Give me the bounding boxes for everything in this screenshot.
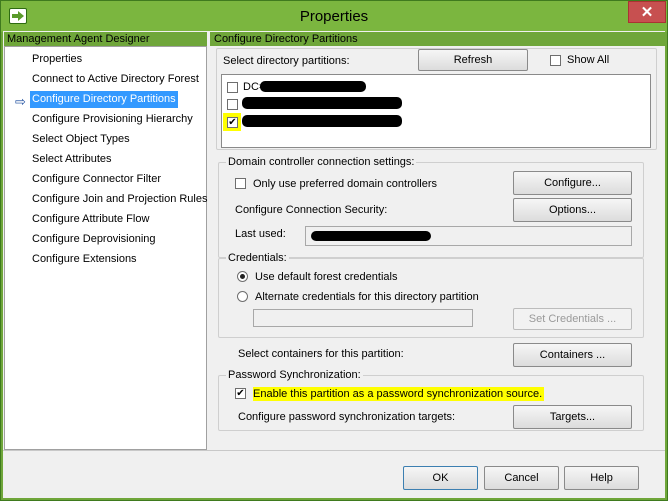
- partition-checkbox-3[interactable]: ✔: [227, 117, 238, 128]
- enable-password-sync-checkbox[interactable]: ✔: [235, 388, 246, 399]
- redaction-mark: [311, 231, 431, 241]
- nav-item-properties[interactable]: Properties: [30, 51, 84, 68]
- designer-nav-list: ⇨ Properties Connect to Active Directory…: [4, 46, 210, 450]
- set-credentials-button[interactable]: Set Credentials ...: [513, 308, 632, 330]
- alternate-credentials-radio[interactable]: [237, 291, 248, 302]
- targets-button[interactable]: Targets...: [513, 405, 632, 429]
- partitions-panel: Select directory partitions: Refresh Sho…: [210, 46, 665, 450]
- redaction-mark: [260, 81, 366, 92]
- nav-item-deprovisioning[interactable]: Configure Deprovisioning: [30, 231, 158, 248]
- redaction-mark: [242, 115, 402, 127]
- nav-item-object-types[interactable]: Select Object Types: [30, 131, 132, 148]
- partitions-listbox[interactable]: DC= ✔: [221, 74, 651, 148]
- close-button[interactable]: ✕: [628, 1, 666, 23]
- window-title: Properties: [299, 8, 369, 25]
- nav-item-join-projection[interactable]: Configure Join and Projection Rules: [30, 191, 210, 208]
- dc-settings-title: Domain controller connection settings:: [226, 156, 417, 169]
- default-credentials-radio[interactable]: [237, 271, 248, 282]
- password-sync-targets-label: Configure password synchronization targe…: [238, 411, 456, 423]
- app-icon: [9, 8, 27, 24]
- nav-item-attributes[interactable]: Select Attributes: [30, 151, 114, 168]
- nav-item-connect-forest[interactable]: Connect to Active Directory Forest: [30, 71, 201, 88]
- last-used-label: Last used:: [235, 228, 286, 240]
- refresh-button[interactable]: Refresh: [418, 49, 528, 71]
- only-preferred-dc-label: Only use preferred domain controllers: [253, 178, 438, 190]
- cancel-button[interactable]: Cancel: [484, 466, 559, 490]
- configure-dc-button[interactable]: Configure...: [513, 171, 632, 195]
- nav-item-provisioning-hierarchy[interactable]: Configure Provisioning Hierarchy: [30, 111, 195, 128]
- nav-item-connector-filter[interactable]: Configure Connector Filter: [30, 171, 163, 188]
- partition-checkbox-2[interactable]: [227, 99, 238, 110]
- containers-label: Select containers for this partition:: [238, 348, 404, 360]
- left-pane-header: Management Agent Designer: [4, 32, 207, 46]
- nav-item-extensions[interactable]: Configure Extensions: [30, 251, 139, 268]
- last-used-field: [305, 226, 632, 246]
- select-partitions-label: Select directory partitions:: [223, 55, 350, 67]
- default-credentials-label: Use default forest credentials: [255, 271, 398, 283]
- title-bar: Properties: [1, 1, 667, 32]
- alternate-credentials-field: [253, 309, 473, 327]
- options-button[interactable]: Options...: [513, 198, 632, 222]
- containers-button[interactable]: Containers ...: [513, 343, 632, 367]
- partition-checkbox-1[interactable]: [227, 82, 238, 93]
- show-all-checkbox[interactable]: [550, 55, 561, 66]
- alternate-credentials-label: Alternate credentials for this directory…: [255, 291, 479, 303]
- password-sync-title: Password Synchronization:: [226, 369, 363, 382]
- redaction-mark: [242, 97, 402, 109]
- connection-security-label: Configure Connection Security:: [235, 204, 388, 216]
- show-all-label: Show All: [567, 54, 610, 66]
- help-button[interactable]: Help: [564, 466, 639, 490]
- right-pane-header: Configure Directory Partitions: [210, 32, 665, 46]
- only-preferred-dc-checkbox[interactable]: [235, 178, 246, 189]
- ok-button[interactable]: OK: [403, 466, 478, 490]
- nav-item-configure-partitions[interactable]: Configure Directory Partitions: [30, 91, 178, 108]
- selected-arrow-icon: ⇨: [15, 94, 26, 109]
- enable-password-sync-label: Enable this partition as a password sync…: [253, 387, 545, 401]
- credentials-title: Credentials:: [226, 252, 289, 265]
- nav-item-attribute-flow[interactable]: Configure Attribute Flow: [30, 211, 151, 228]
- close-icon: ✕: [640, 4, 654, 21]
